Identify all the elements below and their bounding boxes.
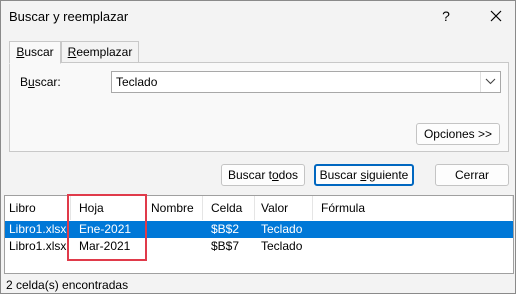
title-bar: Buscar y reemplazar ? bbox=[1, 1, 515, 31]
find-all-button[interactable]: Buscar todos bbox=[221, 164, 305, 186]
result-row[interactable]: Libro1.xlsx Ene-2021 $B$2 Teclado bbox=[5, 221, 513, 238]
find-combobox[interactable] bbox=[111, 71, 501, 93]
cell-hoja: Ene-2021 bbox=[79, 222, 132, 236]
chevron-down-icon bbox=[485, 78, 496, 85]
column-header-formula[interactable]: Fórmula bbox=[317, 196, 513, 220]
cell-nombre bbox=[147, 221, 203, 238]
close-window-button[interactable] bbox=[479, 4, 513, 28]
cell-celda: $B$2 bbox=[211, 222, 240, 236]
cell-valor: Teclado bbox=[261, 222, 303, 236]
cell-libro: Libro1.xlsx bbox=[9, 239, 67, 253]
cell-valor: Teclado bbox=[261, 239, 303, 253]
cell-hoja: Mar-2021 bbox=[79, 239, 131, 253]
cell-libro: Libro1.xlsx bbox=[9, 222, 67, 236]
find-label: Buscar: bbox=[20, 75, 61, 89]
cell-formula bbox=[317, 238, 513, 255]
tab-replace[interactable]: Reemplazar bbox=[61, 41, 139, 63]
find-panel: Buscar: Opciones >> bbox=[9, 62, 509, 152]
find-next-button[interactable]: Buscar siguiente bbox=[314, 164, 414, 186]
status-text: 2 celda(s) encontradas bbox=[6, 278, 129, 292]
cell-formula bbox=[317, 221, 513, 238]
close-button[interactable]: Cerrar bbox=[435, 164, 509, 186]
column-header-hoja[interactable]: Hoja bbox=[75, 196, 147, 220]
window-title: Buscar y reemplazar bbox=[9, 9, 129, 24]
result-row[interactable]: Libro1.xlsx Mar-2021 $B$7 Teclado bbox=[5, 238, 513, 255]
help-button[interactable]: ? bbox=[429, 4, 463, 28]
column-header-valor[interactable]: Valor bbox=[257, 196, 313, 220]
cell-nombre bbox=[147, 238, 203, 255]
column-header-nombre[interactable]: Nombre bbox=[147, 196, 203, 220]
find-input[interactable] bbox=[112, 72, 480, 92]
options-button[interactable]: Opciones >> bbox=[416, 123, 500, 145]
cell-celda: $B$7 bbox=[211, 239, 240, 253]
column-header-celda[interactable]: Celda bbox=[207, 196, 255, 220]
find-replace-dialog: Buscar y reemplazar ? Buscar Reemplazar … bbox=[0, 0, 516, 294]
combo-dropdown-button[interactable] bbox=[480, 72, 500, 92]
tab-find[interactable]: Buscar bbox=[9, 41, 61, 64]
results-list[interactable]: Libro Hoja Nombre Celda Valor Fórmula Li… bbox=[4, 195, 514, 274]
column-header-libro[interactable]: Libro bbox=[5, 196, 71, 220]
close-icon bbox=[490, 10, 502, 22]
